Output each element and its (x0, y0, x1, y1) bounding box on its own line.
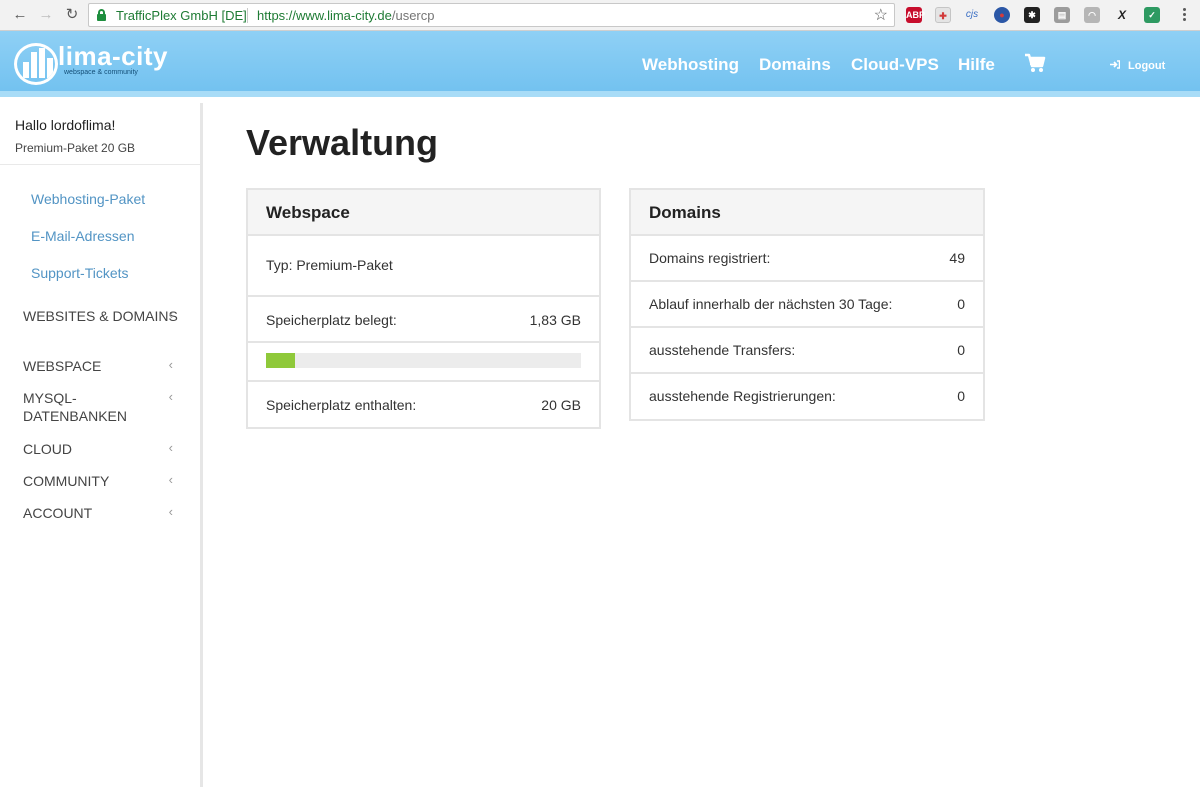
user-greeting: Hallo lordoflima! (15, 117, 116, 133)
globe-icon[interactable]: ● (994, 7, 1010, 23)
sidebar-group-account[interactable]: ACCOUNT ‹ (23, 504, 183, 522)
sidebar-group-webspace[interactable]: WEBSPACE ‹ (23, 357, 183, 375)
storage-included-value: 20 GB (541, 397, 581, 413)
url-host: https://www.lima-city.de (257, 8, 392, 23)
url-path: /usercp (391, 8, 435, 23)
chevron-left-icon: ‹ (168, 307, 173, 322)
browser-menu-icon[interactable] (1178, 6, 1190, 24)
user-package: Premium-Paket 20 GB (15, 141, 136, 155)
lock-icon (97, 9, 106, 21)
domains-row: ausstehende Transfers: 0 (631, 328, 983, 374)
domains-row: ausstehende Registrierungen: 0 (631, 374, 983, 419)
back-button[interactable]: ← (11, 6, 29, 24)
tool-icon[interactable]: ✱ (1024, 7, 1040, 23)
chevron-left-icon: ‹ (168, 389, 173, 404)
sidebar-group-websites-domains[interactable]: WEBSITES & DOMAINS ‹ (23, 307, 183, 325)
storage-progress-row (248, 343, 599, 382)
shield-icon[interactable]: ✓ (1144, 7, 1160, 23)
cart-icon[interactable] (1024, 53, 1046, 73)
domains-row-value: 49 (949, 250, 965, 266)
sidebar-group-cloud[interactable]: CLOUD ‹ (23, 440, 183, 458)
domains-row: Ablauf innerhalb der nächsten 30 Tage: 0 (631, 282, 983, 328)
storage-progress-fill (266, 353, 295, 368)
nav-hilfe[interactable]: Hilfe (958, 55, 995, 75)
domains-panel-title: Domains (631, 190, 983, 236)
sidebar-group-label: WEBSITES & DOMAINS (23, 308, 178, 324)
domains-row: Domains registriert: 49 (631, 236, 983, 282)
grid-icon[interactable]: ▤ (1054, 7, 1070, 23)
domains-row-value: 0 (957, 342, 965, 358)
browser-toolbar: ← → ↻ TrafficPlex GmbH [DE] https://www.… (0, 0, 1200, 31)
storage-used-row: Speicherplatz belegt: 1,83 GB (248, 297, 599, 343)
domains-panel: Domains Domains registriert: 49 Ablauf i… (629, 188, 985, 421)
nav-cloud-vps[interactable]: Cloud-VPS (851, 55, 939, 75)
sidebar-link-email-adressen[interactable]: E-Mail-Adressen (31, 228, 134, 244)
sidebar-link-support-tickets[interactable]: Support-Tickets (31, 265, 129, 281)
logo-tagline: webspace & community (64, 69, 138, 76)
domains-row-label: ausstehende Transfers: (649, 342, 796, 358)
chevron-left-icon: ‹ (168, 440, 173, 455)
sidebar-group-label: CLOUD (23, 441, 73, 457)
domains-row-label: Ablauf innerhalb der nächsten 30 Tage: (649, 296, 893, 312)
site-header: lima-city webspace & community Webhostin… (0, 31, 1200, 97)
sidebar-group-label: MYSQL-DATENBANKEN (23, 390, 127, 424)
reload-button[interactable]: ↻ (63, 6, 81, 24)
sidebar-group-label: ACCOUNT (23, 505, 93, 521)
adblock-plus-icon[interactable]: ABP (906, 7, 925, 23)
domains-row-value: 0 (957, 388, 965, 404)
x-tool-icon[interactable]: X (1114, 7, 1130, 23)
page-title: Verwaltung (246, 122, 439, 163)
site-logo[interactable]: lima-city webspace & community (14, 41, 174, 87)
logo-text: lima-city (58, 41, 168, 71)
nav-webhosting[interactable]: Webhosting (642, 55, 739, 75)
bookmark-star-icon[interactable]: ☆ (874, 5, 888, 25)
sidebar-group-label: COMMUNITY (23, 473, 110, 489)
storage-included-label: Speicherplatz enthalten: (266, 397, 417, 413)
storage-included-row: Speicherplatz enthalten: 20 GB (248, 382, 599, 427)
sidebar-group-mysql-datenbanken[interactable]: MYSQL-DATENBANKEN ‹ (23, 389, 173, 425)
storage-used-label: Speicherplatz belegt: (266, 312, 397, 328)
logout-icon (1110, 60, 1121, 72)
address-separator (247, 8, 248, 23)
nav-domains[interactable]: Domains (759, 55, 831, 75)
chevron-left-icon: ‹ (168, 472, 173, 487)
webspace-type: Typ: Premium-Paket (266, 257, 393, 273)
webspace-type-row: Typ: Premium-Paket (248, 236, 599, 297)
logout-button[interactable]: Logout (1110, 60, 1165, 72)
domains-row-value: 0 (957, 296, 965, 312)
medical-cross-icon[interactable]: ✚ (935, 7, 951, 23)
domains-row-label: ausstehende Registrierungen: (649, 388, 836, 404)
certificate-owner: TrafficPlex GmbH [DE] (116, 8, 247, 23)
forward-button[interactable]: → (37, 6, 55, 24)
address-bar[interactable]: TrafficPlex GmbH [DE] https://www.lima-c… (88, 3, 895, 27)
logo-building-icon (14, 43, 58, 85)
sidebar-divider (0, 164, 200, 165)
cjs-icon[interactable]: cjs (964, 7, 980, 23)
webspace-panel: Webspace Typ: Premium-Paket Speicherplat… (246, 188, 601, 429)
sidebar-group-community[interactable]: COMMUNITY ‹ (23, 472, 183, 490)
sidebar-group-label: WEBSPACE (23, 358, 102, 374)
chevron-left-icon: ‹ (168, 357, 173, 372)
logout-label: Logout (1128, 60, 1166, 72)
storage-used-value: 1,83 GB (529, 312, 581, 328)
sidebar-link-webhosting-paket[interactable]: Webhosting-Paket (31, 191, 145, 207)
webspace-panel-title: Webspace (248, 190, 599, 236)
domains-row-label: Domains registriert: (649, 250, 771, 266)
url-text: https://www.lima-city.de/usercp (257, 8, 435, 23)
sidebar: Hallo lordoflima! Premium-Paket 20 GB We… (0, 103, 203, 787)
storage-progress-bar (266, 353, 581, 368)
chevron-left-icon: ‹ (168, 504, 173, 519)
rss-icon[interactable]: ◠ (1084, 7, 1100, 23)
